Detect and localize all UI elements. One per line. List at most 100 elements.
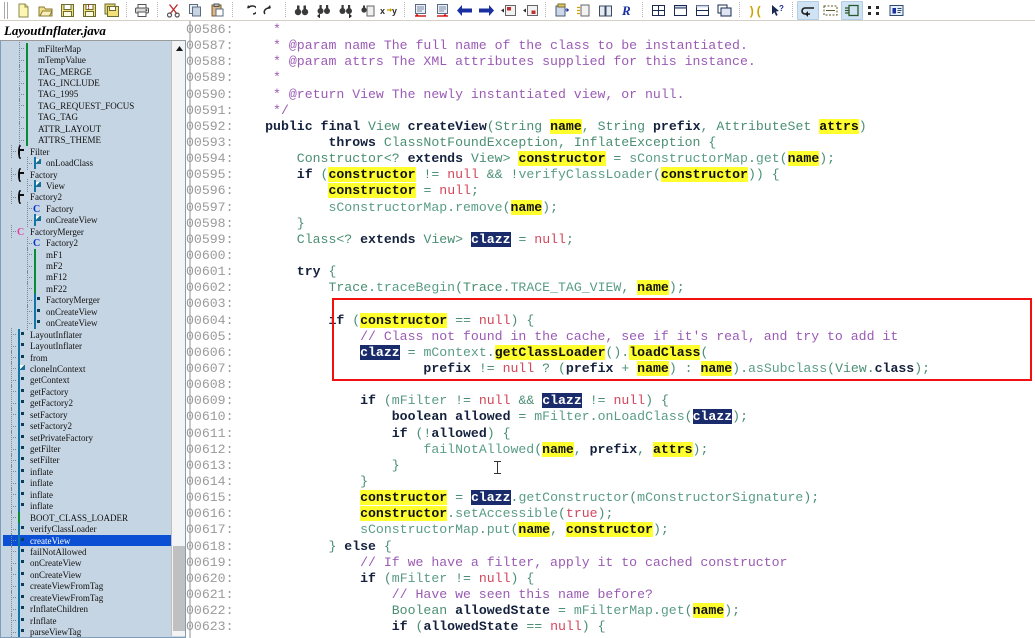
tree-item-tag-merge[interactable]: TAG_MERGE bbox=[3, 65, 171, 79]
code-line[interactable]: 00598: } bbox=[186, 216, 930, 232]
forward-arrow-icon[interactable] bbox=[475, 1, 497, 20]
tree-item-inflate[interactable]: inflate bbox=[3, 488, 171, 502]
printer-icon[interactable] bbox=[131, 1, 153, 20]
save-all-icon[interactable] bbox=[100, 1, 122, 20]
code-line[interactable]: 00587: * @param name The full name of th… bbox=[186, 38, 930, 54]
tree-item-failnotallowed[interactable]: failNotAllowed bbox=[3, 545, 171, 559]
code-line[interactable]: 00613: } bbox=[186, 458, 930, 474]
tree-item-setprivatefactory[interactable]: setPrivateFactory bbox=[3, 431, 171, 445]
code-line[interactable]: 00603: bbox=[186, 296, 930, 312]
code-line[interactable]: 00612: failNotAllowed(name, prefix, attr… bbox=[186, 441, 930, 458]
tree-item-oncreateview[interactable]: onCreateView bbox=[3, 556, 171, 570]
tree-item-mf12[interactable]: mF12 bbox=[3, 270, 171, 284]
single-pane-icon[interactable] bbox=[669, 1, 691, 20]
code-line[interactable]: 00600: bbox=[186, 248, 930, 264]
tree-item-attrs-theme[interactable]: ATTRS_THEME bbox=[3, 133, 171, 147]
code-line[interactable]: 00591: */ bbox=[186, 103, 930, 119]
code-line[interactable]: 00608: bbox=[186, 377, 930, 393]
script-r-icon[interactable]: R bbox=[616, 1, 638, 20]
tree-item-filter[interactable]: Filter bbox=[3, 144, 171, 159]
tile-grid-icon[interactable] bbox=[647, 1, 669, 20]
tree-scrollbar[interactable] bbox=[171, 41, 185, 636]
properties-icon[interactable] bbox=[885, 1, 907, 20]
code-line[interactable]: 00614: } bbox=[186, 474, 930, 490]
find-in-files-icon[interactable] bbox=[356, 1, 378, 20]
code-line[interactable]: 00590: * @return View The newly instanti… bbox=[186, 87, 930, 103]
tree-item-setfilter[interactable]: setFilter bbox=[3, 453, 171, 467]
insert-icon[interactable] bbox=[572, 1, 594, 20]
code-line[interactable]: 00615: constructor = clazz.getConstructo… bbox=[186, 490, 930, 506]
code-line[interactable]: 00622: Boolean allowedState = mFilterMap… bbox=[186, 603, 930, 619]
tree-item-parseviewtag[interactable]: parseViewTag bbox=[3, 625, 171, 637]
tree-item-createview[interactable]: createView bbox=[3, 534, 171, 548]
code-line[interactable]: 00604: if (constructor == null) { bbox=[186, 312, 930, 329]
code-line[interactable]: 00595: if (constructor != null && !verif… bbox=[186, 167, 930, 183]
tree-item-mtempvalue[interactable]: mTempValue bbox=[3, 53, 171, 67]
code-line[interactable]: 00606: clazz = mContext.getClassLoader()… bbox=[186, 344, 930, 361]
tree-item-cloneincontext[interactable]: cloneInContext bbox=[3, 362, 171, 376]
tree-item-inflate[interactable]: inflate bbox=[3, 465, 171, 479]
select-pointer-icon[interactable]: ? bbox=[766, 1, 788, 20]
cascade-windows-icon[interactable] bbox=[713, 1, 735, 20]
code-line[interactable]: 00620: if (mFilter != null) { bbox=[186, 571, 930, 587]
tree-item-attr-layout[interactable]: ATTR_LAYOUT bbox=[3, 122, 171, 136]
tree-item-tag-include[interactable]: TAG_INCLUDE bbox=[3, 76, 171, 90]
tree-item-onloadclass[interactable]: onLoadClass bbox=[3, 156, 171, 170]
copy-icon[interactable] bbox=[184, 1, 206, 20]
goto-prev-icon[interactable] bbox=[497, 1, 519, 20]
code-line[interactable]: 00593: throws ClassNotFoundException, In… bbox=[186, 135, 930, 151]
back-arrow-icon[interactable] bbox=[453, 1, 475, 20]
code-line[interactable]: 00618: } else { bbox=[186, 539, 930, 555]
code-line[interactable]: 00623: if (allowedState == null) { bbox=[186, 619, 930, 635]
code-line[interactable]: 00589: * bbox=[186, 70, 930, 86]
tree-item-inflate[interactable]: inflate bbox=[3, 499, 171, 513]
tree-item-factory[interactable]: Factory bbox=[3, 167, 171, 182]
tree-item-setfactory[interactable]: setFactory bbox=[3, 408, 171, 422]
code-line[interactable]: 00594: Constructor<? extends View> const… bbox=[186, 151, 930, 167]
goto-next-icon[interactable] bbox=[519, 1, 541, 20]
tree-item-oncreateview[interactable]: onCreateView bbox=[3, 316, 171, 330]
tree-scrollbar-thumb[interactable] bbox=[173, 546, 185, 631]
code-line[interactable]: 00621: // Have we seen this name before? bbox=[186, 587, 930, 603]
undo-arrow-icon[interactable] bbox=[237, 1, 259, 20]
code-line[interactable]: 00586: * bbox=[186, 22, 930, 38]
new-file-icon[interactable] bbox=[12, 1, 34, 20]
code-line[interactable]: 00599: Class<? extends View> clazz = nul… bbox=[186, 231, 930, 248]
tree-item-oncreateview[interactable]: onCreateView bbox=[3, 213, 171, 227]
tree-item-boot-class-loader[interactable]: BOOT_CLASS_LOADER bbox=[3, 511, 171, 525]
column-mode-icon[interactable] bbox=[863, 1, 885, 20]
tree-item-oncreateview[interactable]: onCreateView bbox=[3, 305, 171, 319]
tree-item-factorymerger[interactable]: C FactoryMerger bbox=[3, 225, 171, 239]
save-icon[interactable] bbox=[56, 1, 78, 20]
code-line[interactable]: 00596: constructor = null; bbox=[186, 183, 930, 199]
tree-item-rinflatechildren[interactable]: rInflateChildren bbox=[3, 602, 171, 616]
tree-item-setfactory2[interactable]: setFactory2 bbox=[3, 419, 171, 433]
tree-item-createviewfromtag[interactable]: createViewFromTag bbox=[3, 591, 171, 605]
code-text[interactable]: 00586: * 00587: * @param name The full na… bbox=[186, 21, 930, 635]
tree-item-inflate[interactable]: inflate bbox=[3, 476, 171, 490]
code-line[interactable]: 00609: if (mFilter != null && clazz != n… bbox=[186, 393, 930, 409]
split-horizontal-icon[interactable] bbox=[691, 1, 713, 20]
tree-item-createviewfromtag[interactable]: createViewFromTag bbox=[3, 579, 171, 593]
code-line[interactable]: 00601: try { bbox=[186, 264, 930, 280]
replace-xy-icon[interactable]: xy bbox=[378, 1, 400, 20]
tree-item-layoutinflater[interactable]: LayoutInflater bbox=[3, 339, 171, 353]
tree-item-factory2[interactable]: C Factory2 bbox=[3, 236, 171, 250]
code-line[interactable]: 00602: Trace.traceBegin(Trace.TRACE_TAG_… bbox=[186, 280, 930, 296]
book-icon[interactable] bbox=[594, 1, 616, 20]
toolbar-drag-handle[interactable] bbox=[3, 1, 9, 19]
code-editor[interactable]: 00586: * 00587: * @param name The full na… bbox=[186, 21, 1035, 638]
find-previous-icon[interactable] bbox=[312, 1, 334, 20]
tree-item-tag-tag[interactable]: TAG_TAG bbox=[3, 110, 171, 124]
code-line[interactable]: 00607: prefix != null ? (prefix + name) … bbox=[186, 360, 930, 377]
line-numbers-icon[interactable] bbox=[841, 0, 863, 20]
class-outline-tree[interactable]: mFilterMap mTempValue TAG_MERGE TAG_INCLUDE… bbox=[0, 41, 186, 638]
tree-item-oncreateview[interactable]: onCreateView bbox=[3, 568, 171, 582]
bookmark-clear-icon[interactable] bbox=[431, 1, 453, 20]
code-line[interactable]: 00588: * @param attrs The XML attributes… bbox=[186, 54, 930, 70]
tree-item-from[interactable]: from bbox=[3, 351, 171, 365]
code-line[interactable]: 00610: boolean allowed = mFilter.onLoadC… bbox=[186, 409, 930, 425]
paste-clipboard-icon[interactable] bbox=[206, 1, 228, 20]
find-binoculars-icon[interactable] bbox=[290, 1, 312, 20]
scroll-up-arrow-icon[interactable] bbox=[172, 41, 185, 55]
